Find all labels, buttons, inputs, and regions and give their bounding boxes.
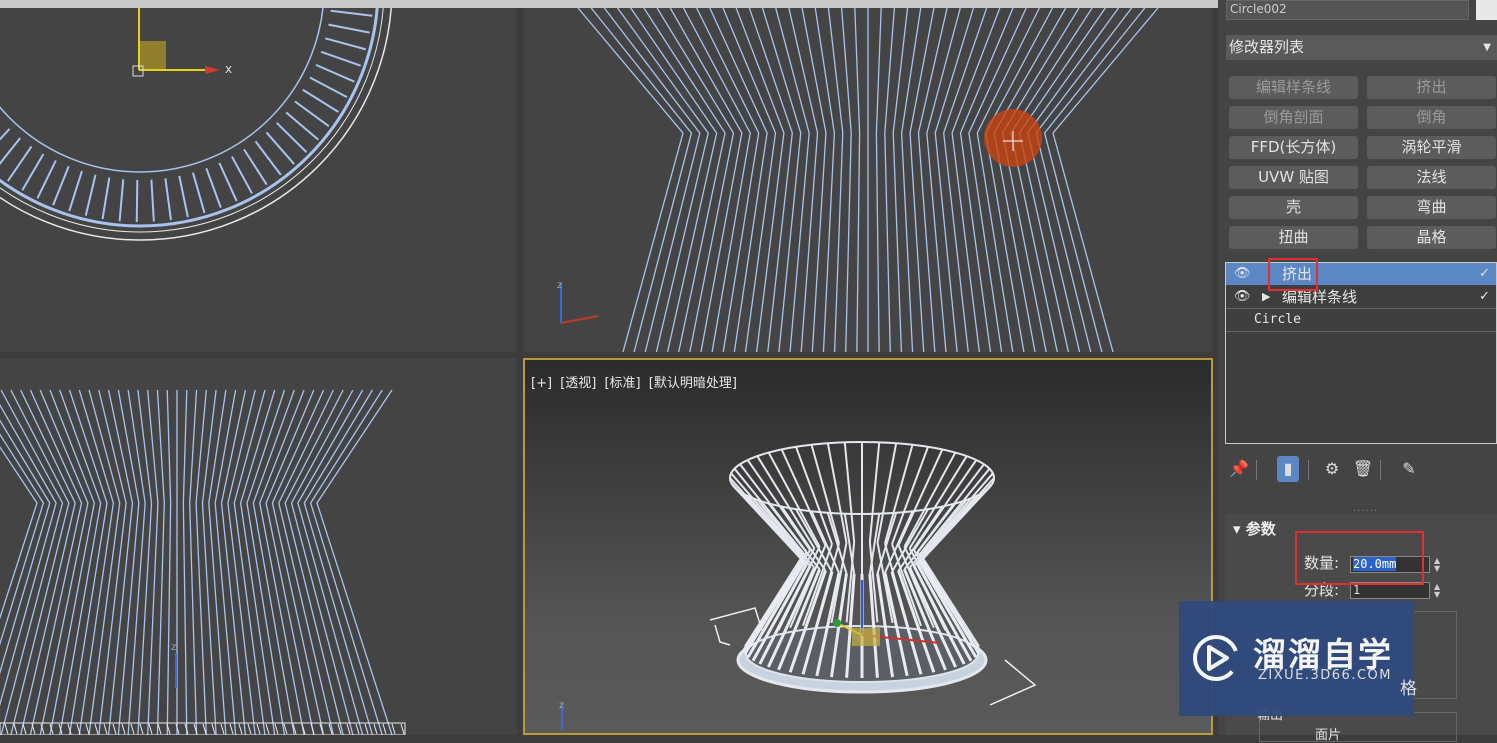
highlight-box-extrude <box>1268 258 1318 291</box>
left-view-wireframe: z <box>0 389 406 735</box>
modifier-button[interactable]: 挤出 <box>1367 76 1496 99</box>
viewport-left[interactable]: z <box>0 358 517 735</box>
modifier-button[interactable]: 壳 <box>1229 196 1358 219</box>
watermark: 溜溜自学 ZIXUE.3D66.COM 格 <box>1179 601 1417 716</box>
stack-toolbar: 📌 ▮ ⚙ 🗑 ✎ <box>1226 456 1496 484</box>
viewport-top[interactable]: x <box>0 8 517 352</box>
persp-axis-gizmo: z <box>559 700 564 730</box>
patch-radio-label[interactable]: 面片 <box>1315 724 1341 743</box>
eye-icon[interactable]: 👁 <box>1234 286 1251 308</box>
pin-stack-icon[interactable]: 📌 <box>1228 456 1250 482</box>
modifier-button[interactable]: 倒角剖面 <box>1229 106 1358 129</box>
modifier-list-label: 修改器列表 <box>1229 38 1305 56</box>
show-end-result-icon[interactable]: ▮ <box>1277 456 1299 482</box>
axis-x-label: x <box>225 62 232 76</box>
viewport-perspective[interactable]: [+] [透视] [标准] [默认明暗处理] z <box>523 358 1213 735</box>
object-name-field[interactable]: Circle002 <box>1226 0 1469 20</box>
top-view-wireframe: x <box>0 8 392 241</box>
modifier-button[interactable]: 晶格 <box>1367 226 1496 249</box>
stack-item-edit-spline[interactable]: 👁 ▶ 编辑样条线 ✓ <box>1226 286 1496 308</box>
watermark-subtitle: ZIXUE.3D66.COM <box>1258 668 1392 683</box>
make-unique-icon[interactable]: ⚙ <box>1321 456 1343 482</box>
remove-modifier-icon[interactable]: 🗑 <box>1352 456 1374 482</box>
modifier-button[interactable]: 弯曲 <box>1367 196 1496 219</box>
stack-item-extrude[interactable]: 👁 挤出 ✓ <box>1226 263 1496 285</box>
chevron-down-icon: ▼ <box>1483 42 1491 53</box>
modifier-button[interactable]: 倒角 <box>1367 106 1496 129</box>
left-axis-z-label: z <box>171 642 176 653</box>
amount-spinner[interactable]: ▲ ▼ <box>1434 557 1440 573</box>
segments-spinner[interactable]: ▲ ▼ <box>1434 583 1440 599</box>
wrench-icon: ✓ <box>1479 266 1490 281</box>
svg-text:z: z <box>557 280 562 291</box>
modifier-button[interactable]: 编辑样条线 <box>1229 76 1358 99</box>
modifier-stack[interactable]: 👁 挤出 ✓ 👁 ▶ 编辑样条线 ✓ Circle <box>1225 262 1497 444</box>
output-group <box>1259 712 1457 742</box>
partial-grid-label: 格 <box>1400 679 1417 699</box>
wrench-icon: ✓ <box>1479 289 1490 304</box>
front-axis-gizmo: z <box>557 280 599 324</box>
stack-item-circle[interactable]: Circle <box>1226 308 1496 332</box>
viewport-front[interactable]: z <box>523 8 1213 352</box>
panel-divider: ...... <box>1353 503 1379 514</box>
configure-sets-icon[interactable]: ✎ <box>1398 456 1420 482</box>
rollout-title[interactable]: ▾ 参数 <box>1233 518 1276 539</box>
eye-icon[interactable]: 👁 <box>1234 263 1251 285</box>
object-color-swatch[interactable] <box>1476 0 1497 20</box>
modifier-button[interactable]: UVW 贴图 <box>1229 166 1358 189</box>
play-logo-icon <box>1193 635 1239 681</box>
modifier-button[interactable]: 扭曲 <box>1229 226 1358 249</box>
stack-item-label: Circle <box>1254 312 1301 327</box>
highlight-box-amount <box>1295 531 1424 585</box>
modifier-button[interactable]: FFD(长方体) <box>1229 136 1358 159</box>
modifier-button[interactable]: 涡轮平滑 <box>1367 136 1496 159</box>
front-view-wireframe: z <box>557 8 1159 352</box>
perspective-model: z <box>559 441 1037 730</box>
modifier-list-dropdown[interactable]: 修改器列表 ▼ <box>1226 35 1497 60</box>
svg-text:z: z <box>559 700 564 711</box>
modifier-button[interactable]: 法线 <box>1367 166 1496 189</box>
